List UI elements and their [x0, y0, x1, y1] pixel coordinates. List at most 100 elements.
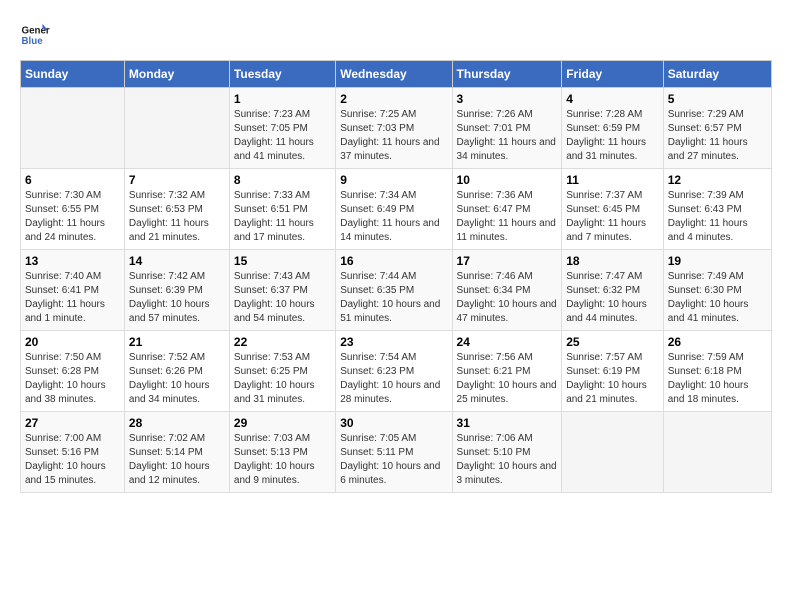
- calendar-cell: 1 Sunrise: 7:23 AM Sunset: 7:05 PM Dayli…: [229, 88, 335, 169]
- day-number: 12: [668, 173, 767, 187]
- day-info: Sunrise: 7:36 AM Sunset: 6:47 PM Dayligh…: [457, 189, 558, 245]
- sunset-time: Sunset: 5:16 PM: [25, 447, 99, 458]
- sunset-time: Sunset: 6:43 PM: [668, 204, 742, 215]
- sunrise-time: Sunrise: 7:50 AM: [25, 352, 101, 363]
- day-info: Sunrise: 7:33 AM Sunset: 6:51 PM Dayligh…: [234, 189, 331, 245]
- daylight-hours: Daylight: 10 hours and 44 minutes.: [566, 299, 647, 324]
- sunset-time: Sunset: 6:45 PM: [566, 204, 640, 215]
- day-number: 7: [129, 173, 225, 187]
- sunrise-time: Sunrise: 7:37 AM: [566, 190, 642, 201]
- sunrise-time: Sunrise: 7:46 AM: [457, 271, 533, 282]
- sunset-time: Sunset: 6:28 PM: [25, 366, 99, 377]
- day-info: Sunrise: 7:00 AM Sunset: 5:16 PM Dayligh…: [25, 432, 120, 488]
- day-info: Sunrise: 7:42 AM Sunset: 6:39 PM Dayligh…: [129, 270, 225, 326]
- daylight-hours: Daylight: 11 hours and 4 minutes.: [668, 218, 748, 243]
- sunrise-time: Sunrise: 7:32 AM: [129, 190, 205, 201]
- sunrise-time: Sunrise: 7:52 AM: [129, 352, 205, 363]
- day-number: 3: [457, 92, 558, 106]
- day-number: 9: [340, 173, 447, 187]
- day-number: 4: [566, 92, 659, 106]
- sunset-time: Sunset: 7:01 PM: [457, 123, 531, 134]
- sunrise-time: Sunrise: 7:30 AM: [25, 190, 101, 201]
- calendar-cell: 10 Sunrise: 7:36 AM Sunset: 6:47 PM Dayl…: [452, 169, 562, 250]
- daylight-hours: Daylight: 10 hours and 57 minutes.: [129, 299, 210, 324]
- calendar-cell: 22 Sunrise: 7:53 AM Sunset: 6:25 PM Dayl…: [229, 331, 335, 412]
- day-info: Sunrise: 7:49 AM Sunset: 6:30 PM Dayligh…: [668, 270, 767, 326]
- day-info: Sunrise: 7:43 AM Sunset: 6:37 PM Dayligh…: [234, 270, 331, 326]
- calendar-cell: 21 Sunrise: 7:52 AM Sunset: 6:26 PM Dayl…: [124, 331, 229, 412]
- day-number: 15: [234, 254, 331, 268]
- sunset-time: Sunset: 6:53 PM: [129, 204, 203, 215]
- day-number: 8: [234, 173, 331, 187]
- calendar-cell: [21, 88, 125, 169]
- day-number: 24: [457, 335, 558, 349]
- sunrise-time: Sunrise: 7:00 AM: [25, 433, 101, 444]
- daylight-hours: Daylight: 11 hours and 7 minutes.: [566, 218, 646, 243]
- day-info: Sunrise: 7:59 AM Sunset: 6:18 PM Dayligh…: [668, 351, 767, 407]
- sunset-time: Sunset: 5:10 PM: [457, 447, 531, 458]
- daylight-hours: Daylight: 10 hours and 15 minutes.: [25, 461, 106, 486]
- calendar-cell: 24 Sunrise: 7:56 AM Sunset: 6:21 PM Dayl…: [452, 331, 562, 412]
- day-info: Sunrise: 7:32 AM Sunset: 6:53 PM Dayligh…: [129, 189, 225, 245]
- daylight-hours: Daylight: 10 hours and 6 minutes.: [340, 461, 440, 486]
- day-info: Sunrise: 7:06 AM Sunset: 5:10 PM Dayligh…: [457, 432, 558, 488]
- daylight-hours: Daylight: 10 hours and 47 minutes.: [457, 299, 557, 324]
- day-info: Sunrise: 7:57 AM Sunset: 6:19 PM Dayligh…: [566, 351, 659, 407]
- sunrise-time: Sunrise: 7:57 AM: [566, 352, 642, 363]
- day-number: 27: [25, 416, 120, 430]
- calendar-cell: 5 Sunrise: 7:29 AM Sunset: 6:57 PM Dayli…: [663, 88, 771, 169]
- sunrise-time: Sunrise: 7:56 AM: [457, 352, 533, 363]
- day-info: Sunrise: 7:40 AM Sunset: 6:41 PM Dayligh…: [25, 270, 120, 326]
- sunset-time: Sunset: 6:18 PM: [668, 366, 742, 377]
- day-info: Sunrise: 7:26 AM Sunset: 7:01 PM Dayligh…: [457, 108, 558, 164]
- sunrise-time: Sunrise: 7:59 AM: [668, 352, 744, 363]
- day-header-thursday: Thursday: [452, 61, 562, 88]
- sunset-time: Sunset: 6:26 PM: [129, 366, 203, 377]
- calendar-cell: 28 Sunrise: 7:02 AM Sunset: 5:14 PM Dayl…: [124, 412, 229, 493]
- daylight-hours: Daylight: 11 hours and 17 minutes.: [234, 218, 314, 243]
- sunset-time: Sunset: 6:30 PM: [668, 285, 742, 296]
- sunset-time: Sunset: 6:55 PM: [25, 204, 99, 215]
- calendar-cell: 23 Sunrise: 7:54 AM Sunset: 6:23 PM Dayl…: [336, 331, 452, 412]
- calendar-cell: 18 Sunrise: 7:47 AM Sunset: 6:32 PM Dayl…: [562, 250, 664, 331]
- day-number: 29: [234, 416, 331, 430]
- sunset-time: Sunset: 6:49 PM: [340, 204, 414, 215]
- calendar-cell: 20 Sunrise: 7:50 AM Sunset: 6:28 PM Dayl…: [21, 331, 125, 412]
- sunrise-time: Sunrise: 7:34 AM: [340, 190, 416, 201]
- calendar-cell: 19 Sunrise: 7:49 AM Sunset: 6:30 PM Dayl…: [663, 250, 771, 331]
- calendar-week-1: 1 Sunrise: 7:23 AM Sunset: 7:05 PM Dayli…: [21, 88, 772, 169]
- svg-text:Blue: Blue: [22, 36, 44, 47]
- calendar-cell: 14 Sunrise: 7:42 AM Sunset: 6:39 PM Dayl…: [124, 250, 229, 331]
- day-info: Sunrise: 7:39 AM Sunset: 6:43 PM Dayligh…: [668, 189, 767, 245]
- sunset-time: Sunset: 5:14 PM: [129, 447, 203, 458]
- day-number: 2: [340, 92, 447, 106]
- sunset-time: Sunset: 7:03 PM: [340, 123, 414, 134]
- daylight-hours: Daylight: 10 hours and 31 minutes.: [234, 380, 315, 405]
- sunset-time: Sunset: 6:35 PM: [340, 285, 414, 296]
- daylight-hours: Daylight: 10 hours and 9 minutes.: [234, 461, 315, 486]
- daylight-hours: Daylight: 10 hours and 3 minutes.: [457, 461, 557, 486]
- sunset-time: Sunset: 6:47 PM: [457, 204, 531, 215]
- day-number: 23: [340, 335, 447, 349]
- sunrise-time: Sunrise: 7:33 AM: [234, 190, 310, 201]
- sunrise-time: Sunrise: 7:43 AM: [234, 271, 310, 282]
- sunset-time: Sunset: 6:34 PM: [457, 285, 531, 296]
- calendar-cell: 13 Sunrise: 7:40 AM Sunset: 6:41 PM Dayl…: [21, 250, 125, 331]
- day-info: Sunrise: 7:29 AM Sunset: 6:57 PM Dayligh…: [668, 108, 767, 164]
- day-info: Sunrise: 7:56 AM Sunset: 6:21 PM Dayligh…: [457, 351, 558, 407]
- calendar-cell: 4 Sunrise: 7:28 AM Sunset: 6:59 PM Dayli…: [562, 88, 664, 169]
- day-info: Sunrise: 7:30 AM Sunset: 6:55 PM Dayligh…: [25, 189, 120, 245]
- calendar-cell: 31 Sunrise: 7:06 AM Sunset: 5:10 PM Dayl…: [452, 412, 562, 493]
- day-info: Sunrise: 7:25 AM Sunset: 7:03 PM Dayligh…: [340, 108, 447, 164]
- day-number: 10: [457, 173, 558, 187]
- sunset-time: Sunset: 6:19 PM: [566, 366, 640, 377]
- calendar-week-2: 6 Sunrise: 7:30 AM Sunset: 6:55 PM Dayli…: [21, 169, 772, 250]
- day-info: Sunrise: 7:54 AM Sunset: 6:23 PM Dayligh…: [340, 351, 447, 407]
- day-number: 5: [668, 92, 767, 106]
- sunset-time: Sunset: 5:13 PM: [234, 447, 308, 458]
- day-number: 22: [234, 335, 331, 349]
- day-header-monday: Monday: [124, 61, 229, 88]
- day-info: Sunrise: 7:03 AM Sunset: 5:13 PM Dayligh…: [234, 432, 331, 488]
- daylight-hours: Daylight: 10 hours and 54 minutes.: [234, 299, 315, 324]
- logo-icon: General Blue: [20, 20, 50, 50]
